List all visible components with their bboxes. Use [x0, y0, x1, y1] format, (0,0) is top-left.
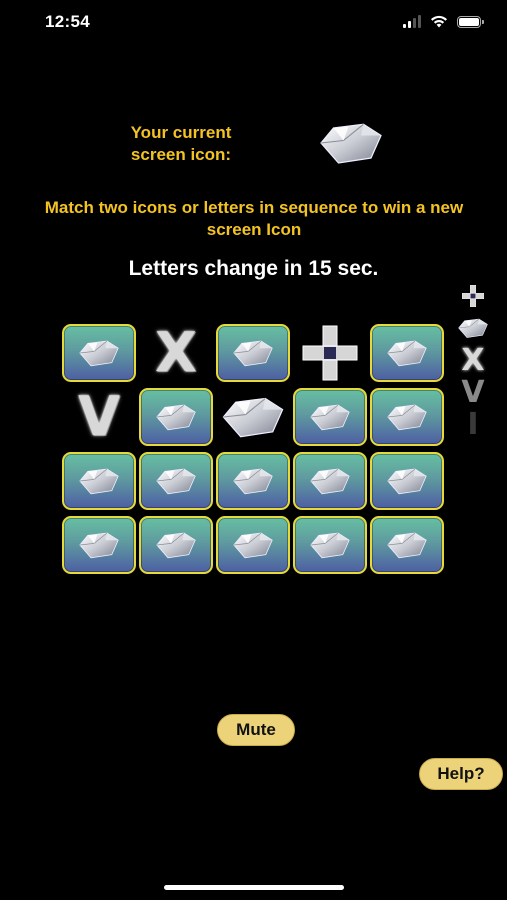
- diamond-icon: [75, 528, 123, 562]
- rhinestone-letter: V: [78, 385, 120, 448]
- revealed-tile[interactable]: [293, 324, 367, 382]
- revealed-tile[interactable]: V: [62, 388, 136, 446]
- tile-face[interactable]: [370, 388, 444, 446]
- hidden-tile[interactable]: [62, 516, 136, 574]
- home-indicator[interactable]: [164, 885, 344, 890]
- tile-face[interactable]: [370, 516, 444, 574]
- hidden-tile[interactable]: [216, 324, 290, 382]
- hidden-tile[interactable]: [293, 388, 367, 446]
- tile-face[interactable]: [62, 452, 136, 510]
- sequence-letter: I: [467, 406, 479, 442]
- tile-face[interactable]: [370, 324, 444, 382]
- hidden-tile[interactable]: [62, 324, 136, 382]
- diamond-icon: [229, 464, 277, 498]
- plus-letter: [300, 323, 360, 383]
- hidden-tile[interactable]: [370, 452, 444, 510]
- sequence-item: V: [452, 374, 494, 410]
- letter-change-timer: Letters change in 15 sec.: [128, 257, 379, 280]
- diamond-icon: [313, 118, 389, 168]
- diamond-icon: [383, 464, 431, 498]
- diamond-icon: [383, 400, 431, 434]
- diamond-icon: [306, 464, 354, 498]
- hidden-tile[interactable]: [62, 452, 136, 510]
- tile-face[interactable]: [62, 324, 136, 382]
- diamond-icon: [216, 392, 290, 442]
- tile-face[interactable]: [216, 516, 290, 574]
- tile-face[interactable]: [293, 516, 367, 574]
- help-button[interactable]: Help?: [419, 758, 503, 790]
- hidden-tile[interactable]: [139, 516, 213, 574]
- hidden-tile[interactable]: [139, 388, 213, 446]
- wifi-icon: [431, 15, 447, 28]
- tile-face[interactable]: [216, 452, 290, 510]
- sequence-letter: V: [461, 374, 485, 410]
- tile-face[interactable]: [216, 324, 290, 382]
- diamond-icon: [229, 336, 277, 370]
- revealed-tile[interactable]: X: [139, 324, 213, 382]
- tile-face[interactable]: [62, 516, 136, 574]
- diamond-icon: [306, 528, 354, 562]
- hidden-tile[interactable]: [293, 452, 367, 510]
- current-icon-label: Your current screen icon:: [130, 123, 232, 164]
- diamond-icon: [229, 528, 277, 562]
- sequence-item: I: [452, 406, 494, 442]
- sequence-item: X: [452, 342, 494, 378]
- sequence-item: [452, 280, 494, 312]
- instructions-text: Match two icons or letters in sequence t…: [44, 198, 464, 239]
- sequence-letter: X: [461, 342, 485, 378]
- diamond-icon: [152, 528, 200, 562]
- mute-button[interactable]: Mute: [217, 714, 295, 746]
- tile-face[interactable]: [139, 452, 213, 510]
- diamond-icon: [383, 336, 431, 370]
- diamond-icon: [306, 400, 354, 434]
- diamond-icon: [383, 528, 431, 562]
- tile-face[interactable]: [370, 452, 444, 510]
- hidden-tile[interactable]: [370, 388, 444, 446]
- tile-face[interactable]: [139, 388, 213, 446]
- diamond-icon: [455, 316, 491, 340]
- hidden-tile[interactable]: [370, 516, 444, 574]
- hidden-tile[interactable]: [216, 452, 290, 510]
- battery-icon: [457, 15, 484, 28]
- hidden-tile[interactable]: [216, 516, 290, 574]
- diamond-icon: [152, 464, 200, 498]
- tile-face[interactable]: [293, 388, 367, 446]
- hidden-tile[interactable]: [293, 516, 367, 574]
- plus-letter: [455, 284, 491, 308]
- status-icons: [403, 15, 484, 28]
- revealed-tile[interactable]: [216, 388, 290, 446]
- status-time: 12:54: [45, 12, 90, 31]
- sequence-item: [452, 312, 494, 344]
- cellular-signal-icon: [403, 15, 421, 28]
- diamond-icon: [75, 336, 123, 370]
- hidden-tile[interactable]: [370, 324, 444, 382]
- tile-face[interactable]: [139, 516, 213, 574]
- status-bar: 12:54: [0, 0, 507, 48]
- diamond-icon: [152, 400, 200, 434]
- sequence-column: XVI: [452, 280, 494, 442]
- hidden-tile[interactable]: [139, 452, 213, 510]
- tile-face[interactable]: [293, 452, 367, 510]
- diamond-icon: [75, 464, 123, 498]
- rhinestone-letter: X: [155, 321, 197, 384]
